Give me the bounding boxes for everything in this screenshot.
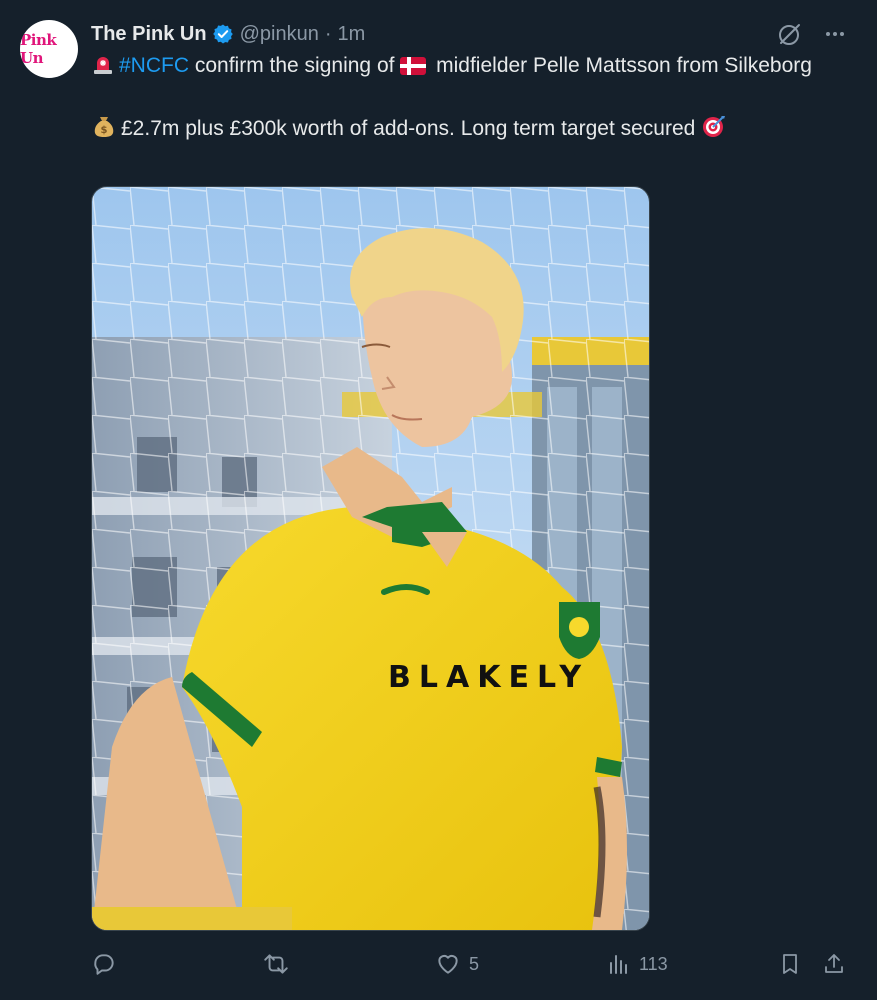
tweet-text-part: midfielder Pelle Mattsson from Silkeborg (430, 54, 812, 77)
retweet-icon (262, 951, 290, 977)
denmark-flag-icon (400, 55, 427, 85)
tweet-line-2: $ £2.7m plus £300k worth of add-ons. Lon… (91, 113, 851, 148)
share-icon (822, 951, 846, 977)
bookmark-icon (778, 951, 802, 977)
timestamp[interactable]: 1m (338, 23, 366, 46)
retweet-button[interactable] (262, 946, 298, 982)
display-name[interactable]: The Pink Un (91, 23, 207, 46)
header-actions (777, 20, 847, 48)
shirt-sponsor: BLAKELY (388, 660, 589, 695)
like-button[interactable]: 5 (435, 946, 479, 982)
tweet-media-photo[interactable]: BLAKELY (91, 186, 650, 931)
reply-button[interactable] (91, 946, 125, 982)
verified-badge-icon[interactable] (212, 23, 234, 45)
tweet-text-part: confirm the signing of (189, 54, 401, 77)
tweet-line-1: #NCFC confirm the signing of midfielder … (91, 51, 851, 85)
siren-emoji-icon (91, 52, 115, 85)
handle[interactable]: @pinkun (240, 23, 319, 46)
avatar[interactable]: Pink Un (20, 20, 78, 78)
tweet-text-part: £2.7m plus £300k worth of add-ons. Long … (121, 117, 696, 140)
tweet-header: The Pink Un @pinkun · 1m (91, 20, 365, 48)
svg-text:$: $ (101, 125, 108, 136)
heart-icon (435, 951, 461, 977)
like-count: 5 (469, 953, 480, 974)
money-bag-emoji-icon: $ (91, 113, 117, 148)
avatar-logo-text: Pink Un (20, 31, 57, 67)
tweet: Pink Un The Pink Un @pinkun · 1m #NCFC c… (0, 0, 877, 1000)
separator: · (324, 22, 332, 45)
target-emoji-icon (701, 113, 727, 148)
action-bar: 5 113 (0, 946, 877, 982)
tweet-text: #NCFC confirm the signing of midfielder … (91, 51, 851, 148)
bookmark-button[interactable] (778, 946, 802, 982)
more-icon[interactable] (823, 22, 847, 46)
reply-icon (91, 951, 117, 977)
views-count: 113 (639, 953, 668, 974)
hashtag-link[interactable]: #NCFC (119, 54, 189, 77)
share-button[interactable] (822, 946, 846, 982)
views-button[interactable]: 113 (607, 946, 668, 982)
views-icon (607, 951, 631, 977)
grok-icon[interactable] (777, 21, 803, 47)
